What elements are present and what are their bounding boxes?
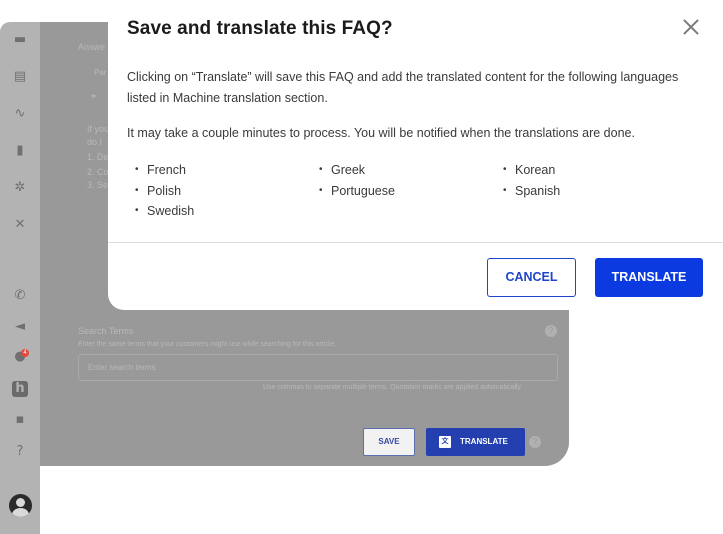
translate-confirmation-modal: Save and translate this FAQ? Clicking on…: [108, 0, 723, 310]
paragraph-format-label[interactable]: Par: [94, 68, 106, 77]
helpshift-logo-icon[interactable]: h: [12, 381, 28, 397]
translate-icon: 文A: [439, 436, 451, 457]
modal-title: Save and translate this FAQ?: [127, 18, 393, 39]
megaphone-icon[interactable]: ◄: [12, 319, 28, 335]
language-list: Korean Spanish: [503, 160, 560, 201]
translate-confirm-button[interactable]: TRANSLATE: [595, 258, 703, 297]
body-line: If you: [87, 124, 110, 134]
avatar[interactable]: [9, 494, 32, 517]
search-terms-placeholder: Enter search terms: [88, 363, 156, 372]
search-terms-hint: Use commas to separate multiple terms. Q…: [263, 384, 523, 391]
language-item: French: [135, 160, 194, 181]
language-list: Greek Portuguese: [319, 160, 395, 201]
integrations-icon[interactable]: ✲: [12, 180, 28, 196]
activity-icon[interactable]: ∿: [12, 106, 28, 122]
body-line: do I: [87, 137, 103, 147]
search-terms-input[interactable]: Enter search terms: [78, 354, 558, 381]
search-terms-title: Search Terms: [78, 326, 134, 336]
messages-icon[interactable]: ▪: [12, 412, 28, 428]
language-list: French Polish Swedish: [135, 160, 194, 222]
modal-description: Clicking on “Translate” will save this F…: [127, 70, 679, 105]
left-sidebar: ▬ ▤ ∿ ▮ ✲ ✕ ✆ ◄ ● 4 h ▪ ?: [0, 22, 40, 534]
chat-icon[interactable]: ▬: [12, 32, 28, 48]
notification-badge: 4: [21, 349, 29, 357]
body-line: 3. Sel: [87, 180, 111, 190]
language-item: Polish: [135, 181, 194, 202]
language-item: Greek: [319, 160, 395, 181]
modal-divider: [108, 242, 723, 243]
avatar-body: [12, 508, 29, 517]
search-terms-description: Enter the same terms that your customers…: [78, 341, 337, 348]
avatar-head: [16, 498, 25, 507]
help-icon[interactable]: ?: [529, 436, 541, 448]
language-item: Swedish: [135, 201, 194, 222]
translate-button[interactable]: 文A TRANSLATE: [426, 428, 525, 457]
knowledge-icon[interactable]: ▤: [12, 69, 28, 85]
help-icon[interactable]: ?: [12, 444, 28, 460]
quote-icon[interactable]: ❞: [91, 94, 96, 105]
language-item: Spanish: [503, 181, 560, 202]
answer-label: Answe: [78, 42, 106, 52]
phone-icon[interactable]: ✆: [12, 288, 28, 304]
help-icon[interactable]: ?: [545, 325, 557, 337]
save-button[interactable]: SAVE: [363, 428, 415, 456]
translate-button-label: TRANSLATE: [460, 437, 508, 446]
modal-note: It may take a couple minutes to process.…: [127, 126, 635, 140]
body-line: 1. De: [87, 152, 109, 162]
analytics-icon[interactable]: ▮: [12, 143, 28, 159]
language-item: Korean: [503, 160, 560, 181]
close-icon[interactable]: [680, 16, 702, 38]
language-item: Portuguese: [319, 181, 395, 202]
body-line: 2. Co: [87, 167, 109, 177]
tools-icon[interactable]: ✕: [12, 217, 28, 233]
cancel-button[interactable]: CANCEL: [487, 258, 576, 297]
